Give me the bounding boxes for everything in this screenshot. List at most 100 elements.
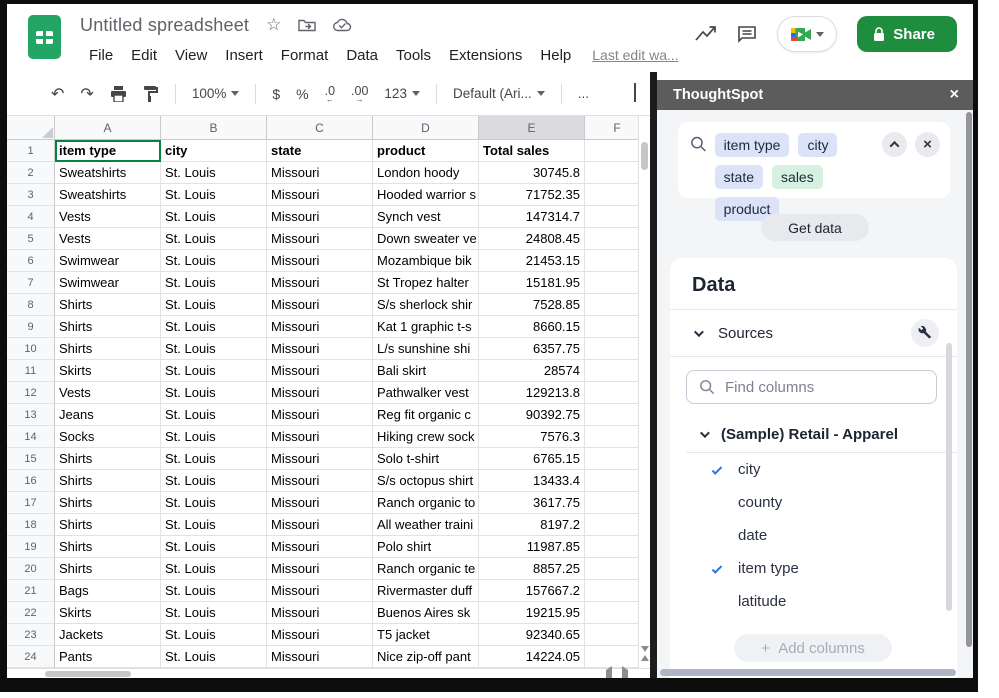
cell[interactable]: St. Louis — [161, 558, 267, 580]
scroll-up-button[interactable] — [641, 638, 649, 646]
move-folder-icon[interactable] — [298, 18, 316, 32]
collapse-toolbar-button[interactable] — [634, 85, 636, 103]
cell[interactable]: St. Louis — [161, 316, 267, 338]
cell[interactable]: Ranch organic to — [373, 492, 479, 514]
cell[interactable]: 6357.75 — [479, 338, 585, 360]
cell[interactable]: Missouri — [267, 580, 373, 602]
cell[interactable]: Shirts — [55, 470, 161, 492]
cell[interactable]: Skirts — [55, 360, 161, 382]
google-meet-button[interactable] — [777, 16, 837, 52]
row-header-14[interactable]: 14 — [7, 426, 55, 448]
cell[interactable]: 21453.15 — [479, 250, 585, 272]
cell[interactable]: Bags — [55, 580, 161, 602]
cell[interactable]: Missouri — [267, 470, 373, 492]
menu-item-edit[interactable]: Edit — [122, 45, 166, 66]
cell[interactable]: Shirts — [55, 316, 161, 338]
cloud-saved-icon[interactable] — [333, 18, 352, 32]
cell[interactable]: 6765.15 — [479, 448, 585, 470]
cell[interactable]: Missouri — [267, 228, 373, 250]
redo-button[interactable]: ↷ — [80, 86, 93, 102]
cell[interactable]: Missouri — [267, 316, 373, 338]
source-column-date[interactable]: date — [670, 519, 957, 552]
cell[interactable]: St. Louis — [161, 294, 267, 316]
row-header-23[interactable]: 23 — [7, 624, 55, 646]
cell[interactable]: 15181.95 — [479, 272, 585, 294]
cell[interactable]: 147314.7 — [479, 206, 585, 228]
cell[interactable]: Missouri — [267, 492, 373, 514]
cell[interactable]: Shirts — [55, 514, 161, 536]
column-header-e[interactable]: E — [479, 116, 585, 140]
chevron-down-icon[interactable] — [700, 428, 710, 438]
cell[interactable]: Missouri — [267, 624, 373, 646]
cell[interactable]: Missouri — [267, 162, 373, 184]
cell[interactable]: Nice zip-off pant — [373, 646, 479, 668]
cell[interactable]: 14224.05 — [479, 646, 585, 668]
scroll-down-button[interactable] — [641, 652, 649, 660]
cell[interactable]: Missouri — [267, 514, 373, 536]
undo-button[interactable]: ↶ — [51, 86, 64, 102]
print-button[interactable] — [110, 86, 127, 102]
search-token-city[interactable]: city — [798, 133, 837, 157]
cell[interactable]: Missouri — [267, 448, 373, 470]
scroll-right-button[interactable] — [622, 670, 628, 678]
select-all-corner[interactable] — [7, 116, 55, 140]
cell[interactable]: Ranch organic te — [373, 558, 479, 580]
cell[interactable]: Missouri — [267, 250, 373, 272]
insights-icon[interactable] — [695, 26, 717, 42]
cell[interactable]: Polo shirt — [373, 536, 479, 558]
document-title[interactable]: Untitled spreadsheet — [80, 15, 249, 36]
source-column-county[interactable]: county — [670, 486, 957, 519]
cell[interactable]: Missouri — [267, 426, 373, 448]
row-header-9[interactable]: 9 — [7, 316, 55, 338]
cell[interactable]: Shirts — [55, 536, 161, 558]
cell[interactable]: St. Louis — [161, 272, 267, 294]
horizontal-scrollbar[interactable] — [7, 668, 650, 678]
cell[interactable]: All weather traini — [373, 514, 479, 536]
row-header-18[interactable]: 18 — [7, 514, 55, 536]
cell[interactable]: Shirts — [55, 448, 161, 470]
cell[interactable]: Down sweater ve — [373, 228, 479, 250]
cell[interactable]: Missouri — [267, 536, 373, 558]
cell[interactable]: St. Louis — [161, 338, 267, 360]
cell[interactable]: 7528.85 — [479, 294, 585, 316]
cell[interactable]: St. Louis — [161, 514, 267, 536]
cell[interactable]: London hoody — [373, 162, 479, 184]
increase-decimal-button[interactable]: .00→ — [351, 85, 368, 102]
decrease-decimal-button[interactable]: .0← — [325, 85, 335, 102]
zoom-select[interactable]: 100% — [192, 86, 240, 101]
cell[interactable]: 129213.8 — [479, 382, 585, 404]
row-header-7[interactable]: 7 — [7, 272, 55, 294]
cell[interactable]: 71752.35 — [479, 184, 585, 206]
cell[interactable]: Reg fit organic c — [373, 404, 479, 426]
row-header-15[interactable]: 15 — [7, 448, 55, 470]
sources-row[interactable]: Sources — [670, 310, 957, 356]
cell[interactable]: St. Louis — [161, 382, 267, 404]
cell[interactable]: Jackets — [55, 624, 161, 646]
cell[interactable]: Shirts — [55, 294, 161, 316]
row-header-11[interactable]: 11 — [7, 360, 55, 382]
cell[interactable]: St. Louis — [161, 404, 267, 426]
cell[interactable]: St. Louis — [161, 250, 267, 272]
sidebar-close-icon[interactable]: × — [950, 87, 959, 103]
cell[interactable]: St. Louis — [161, 624, 267, 646]
cell[interactable]: Shirts — [55, 338, 161, 360]
search-token-sales[interactable]: sales — [772, 165, 823, 189]
menu-item-file[interactable]: File — [80, 45, 122, 66]
row-header-17[interactable]: 17 — [7, 492, 55, 514]
row-header-16[interactable]: 16 — [7, 470, 55, 492]
cell[interactable]: 19215.95 — [479, 602, 585, 624]
cell[interactable]: Pathwalker vest — [373, 382, 479, 404]
cell[interactable]: St. Louis — [161, 492, 267, 514]
menu-item-data[interactable]: Data — [337, 45, 387, 66]
menu-item-help[interactable]: Help — [531, 45, 580, 66]
row-header-1[interactable]: 1 — [7, 140, 55, 162]
cell[interactable]: Socks — [55, 426, 161, 448]
font-style-select[interactable]: Default (Ari... — [453, 86, 545, 101]
cell[interactable]: product — [373, 140, 479, 162]
source-tree-header[interactable]: (Sample) Retail - Apparel — [670, 416, 957, 452]
column-header-a[interactable]: A — [55, 116, 161, 140]
cell[interactable]: Total sales — [479, 140, 585, 162]
number-format-menu[interactable]: 123 — [384, 86, 420, 101]
cell[interactable]: Missouri — [267, 558, 373, 580]
cell[interactable]: St. Louis — [161, 184, 267, 206]
